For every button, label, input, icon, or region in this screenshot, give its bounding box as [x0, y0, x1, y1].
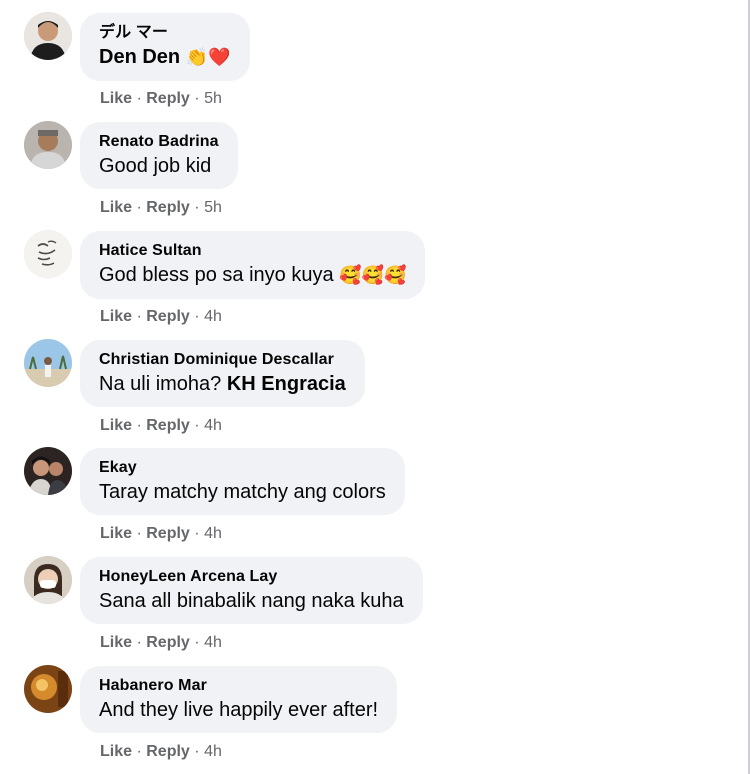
separator: ·: [136, 743, 142, 760]
reply-button[interactable]: Reply: [146, 90, 190, 107]
comment-text: Taray matchy matchy ang colors: [99, 481, 386, 503]
separator: ·: [194, 417, 200, 434]
comment-item: Ekay Taray matchy matchy ang colors Like…: [22, 447, 622, 555]
comment-bubble: Renato Badrina Good job kid: [80, 122, 238, 189]
reply-button[interactable]: Reply: [146, 199, 190, 216]
avatar[interactable]: [24, 339, 72, 387]
comment-timestamp[interactable]: 4h: [204, 417, 222, 434]
comment-actions: Like · Reply · 5h: [100, 89, 222, 109]
separator: ·: [194, 308, 200, 325]
separator: ·: [194, 199, 200, 216]
comment-timestamp[interactable]: 5h: [204, 199, 222, 216]
comment-author[interactable]: Hatice Sultan: [99, 240, 406, 262]
reply-button[interactable]: Reply: [146, 525, 190, 542]
comment-actions: Like · Reply · 4h: [100, 416, 222, 436]
reply-button[interactable]: Reply: [146, 634, 190, 651]
separator: ·: [136, 417, 142, 434]
comment-item: Hatice Sultan God bless po sa inyo kuya …: [22, 230, 622, 338]
comment-actions: Like · Reply · 4h: [100, 524, 222, 544]
avatar[interactable]: [24, 121, 72, 169]
comment-actions: Like · Reply · 4h: [100, 742, 222, 762]
comment-bubble: Christian Dominique Descallar Na uli imo…: [80, 340, 365, 407]
comment-timestamp[interactable]: 4h: [204, 743, 222, 760]
user-mention-link[interactable]: KH Engracia: [227, 373, 346, 395]
like-button[interactable]: Like: [100, 525, 132, 542]
comment-text: God bless po sa inyo kuya 🥰🥰🥰: [99, 262, 406, 289]
comment-author[interactable]: デル マー: [99, 22, 231, 44]
comment-bubble: HoneyLeen Arcena Lay Sana all binabalik …: [80, 557, 423, 624]
emoji-icon: 👏❤️: [185, 47, 231, 68]
comment-author[interactable]: Renato Badrina: [99, 131, 219, 153]
comment-timestamp[interactable]: 4h: [204, 634, 222, 651]
comment-item: Christian Dominique Descallar Na uli imo…: [22, 339, 622, 447]
comment-author[interactable]: Christian Dominique Descallar: [99, 349, 346, 371]
avatar[interactable]: [24, 447, 72, 495]
comment-text: Na uli imoha? KH Engracia: [99, 371, 346, 397]
comment-actions: Like · Reply · 4h: [100, 307, 222, 327]
comment-author[interactable]: Habanero Mar: [99, 675, 378, 697]
like-button[interactable]: Like: [100, 308, 132, 325]
comment-text-content: Na uli imoha?: [99, 373, 222, 395]
comment-text: Den Den 👏❤️: [99, 44, 231, 71]
comment-text-content: Den Den: [99, 46, 181, 68]
like-button[interactable]: Like: [100, 743, 132, 760]
separator: ·: [136, 90, 142, 107]
separator: ·: [136, 634, 142, 651]
emoji-icon: 🥰🥰🥰: [339, 265, 407, 286]
reply-button[interactable]: Reply: [146, 308, 190, 325]
reply-button[interactable]: Reply: [146, 743, 190, 760]
comment-timestamp[interactable]: 5h: [204, 90, 222, 107]
comment-item: HoneyLeen Arcena Lay Sana all binabalik …: [22, 556, 622, 664]
comment-item: Habanero Mar And they live happily ever …: [22, 665, 622, 773]
separator: ·: [194, 525, 200, 542]
comment-author[interactable]: Ekay: [99, 457, 386, 479]
comment-timestamp[interactable]: 4h: [204, 525, 222, 542]
reply-button[interactable]: Reply: [146, 417, 190, 434]
like-button[interactable]: Like: [100, 90, 132, 107]
avatar[interactable]: [24, 230, 72, 278]
like-button[interactable]: Like: [100, 199, 132, 216]
comment-timestamp[interactable]: 4h: [204, 308, 222, 325]
comment-item: デル マー Den Den 👏❤️ Like · Reply · 5h: [22, 12, 622, 120]
separator: ·: [194, 90, 200, 107]
comment-bubble: Ekay Taray matchy matchy ang colors: [80, 448, 405, 515]
comment-text: And they live happily ever after!: [99, 699, 379, 721]
like-button[interactable]: Like: [100, 417, 132, 434]
separator: ·: [136, 308, 142, 325]
avatar[interactable]: [24, 556, 72, 604]
comment-text: Sana all binabalik nang naka kuha: [99, 590, 404, 612]
separator: ·: [136, 199, 142, 216]
avatar[interactable]: [24, 665, 72, 713]
comment-actions: Like · Reply · 5h: [100, 198, 222, 218]
comment-bubble: Habanero Mar And they live happily ever …: [80, 666, 398, 733]
comment-actions: Like · Reply · 4h: [100, 633, 222, 653]
comment-author[interactable]: HoneyLeen Arcena Lay: [99, 566, 404, 588]
separator: ·: [136, 525, 142, 542]
separator: ·: [194, 634, 200, 651]
like-button[interactable]: Like: [100, 634, 132, 651]
comment-item: Renato Badrina Good job kid Like · Reply…: [22, 121, 622, 229]
comment-bubble: Hatice Sultan God bless po sa inyo kuya …: [80, 231, 426, 299]
comment-text-content: God bless po sa inyo kuya: [99, 264, 334, 286]
avatar[interactable]: [24, 12, 72, 60]
comment-bubble: デル マー Den Den 👏❤️: [80, 13, 250, 81]
comment-text: Good job kid: [99, 155, 212, 177]
separator: ·: [194, 743, 200, 760]
